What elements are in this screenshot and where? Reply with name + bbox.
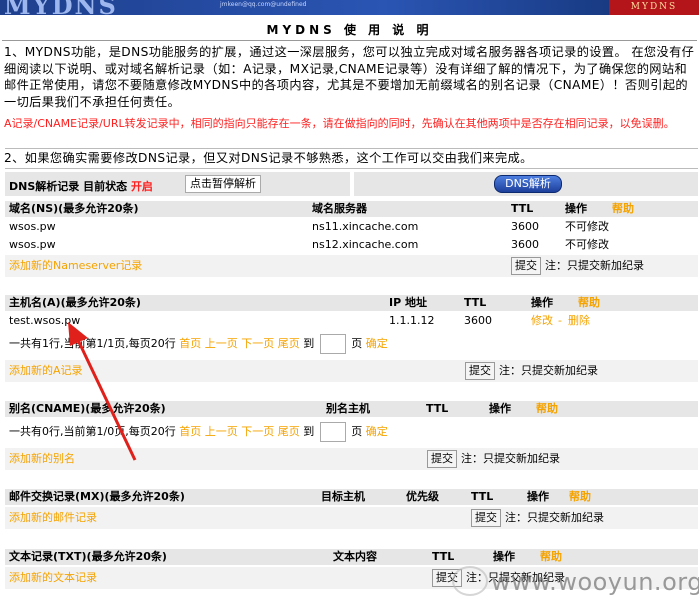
- red-annotation-arrow: [68, 322, 137, 461]
- watermark: www.wooyun.org: [491, 568, 699, 596]
- watermark-logo-icon: [452, 566, 488, 596]
